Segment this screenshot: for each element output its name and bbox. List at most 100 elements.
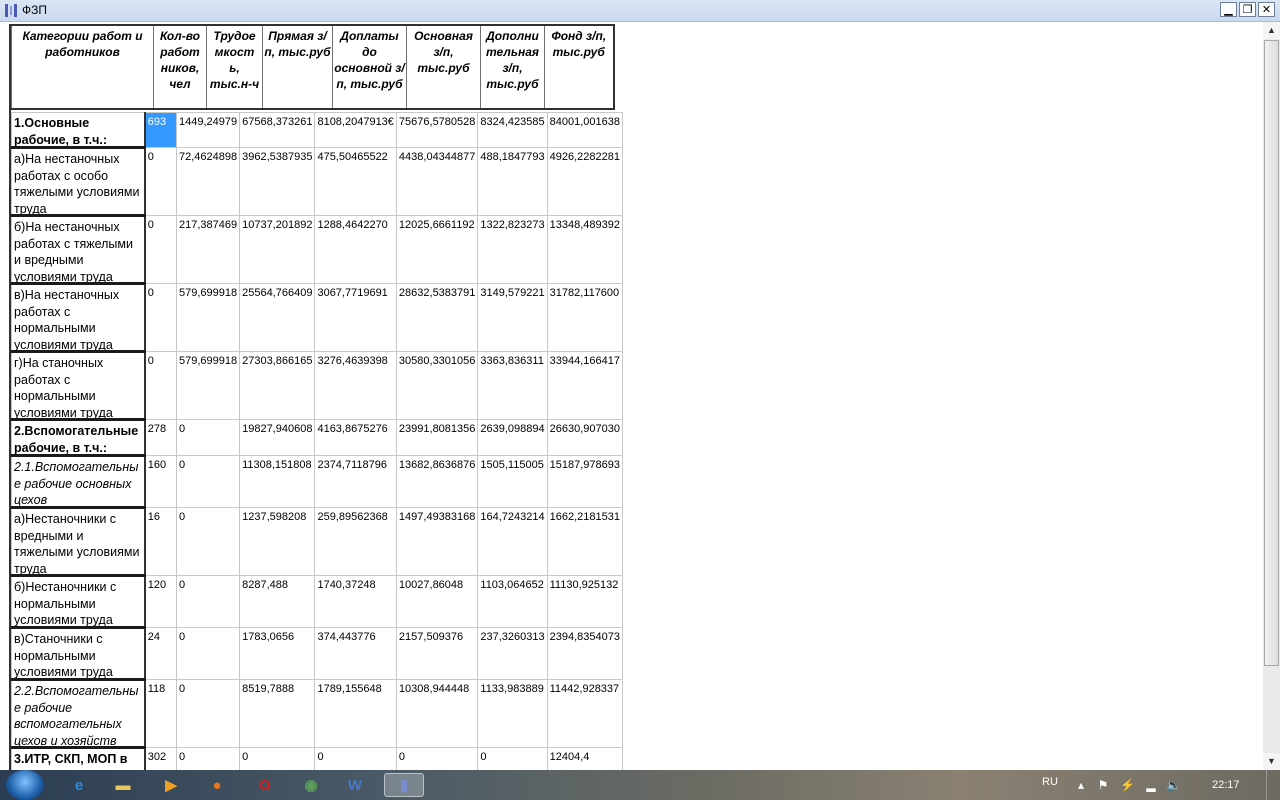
- header-category[interactable]: Категории работ и работников: [11, 24, 154, 110]
- data-cell[interactable]: 160: [144, 455, 177, 508]
- data-cell[interactable]: 11308,151808: [239, 455, 316, 508]
- data-cell[interactable]: 28632,5383791: [395, 283, 479, 352]
- header-surcharges[interactable]: Доплаты до основной з/п, тыс.руб: [332, 24, 407, 110]
- data-cell[interactable]: 1237,598208: [239, 507, 316, 576]
- scroll-thumb[interactable]: [1264, 40, 1279, 666]
- data-cell[interactable]: 475,50465522: [314, 147, 397, 216]
- explorer-icon[interactable]: ▬: [106, 773, 140, 797]
- restore-button[interactable]: ❐: [1239, 2, 1256, 17]
- category-cell[interactable]: 3.ИТР, СКП, МОП в т.ч.:: [11, 747, 146, 770]
- scroll-down-icon[interactable]: ▼: [1263, 753, 1280, 770]
- data-cell[interactable]: 3276,4639398: [314, 351, 397, 420]
- data-cell[interactable]: 2394,8354073: [546, 627, 623, 680]
- data-cell[interactable]: 23991,8081356: [395, 419, 479, 456]
- show-desktop-button[interactable]: [1266, 770, 1280, 800]
- firefox-icon[interactable]: ●: [200, 773, 234, 797]
- data-cell[interactable]: 3363,836311: [477, 351, 548, 420]
- data-cell[interactable]: 0: [477, 747, 548, 770]
- data-cell[interactable]: 488,1847793: [477, 147, 548, 216]
- category-cell[interactable]: в)Станочники с нормальными условиями тру…: [11, 627, 146, 681]
- data-cell[interactable]: 0: [144, 283, 177, 352]
- data-cell[interactable]: 1133,983889: [477, 679, 548, 748]
- start-button[interactable]: [6, 770, 44, 800]
- data-cell[interactable]: 259,89562368: [314, 507, 397, 576]
- category-cell[interactable]: 2.1.Вспомогательны е рабочие основных це…: [11, 455, 146, 509]
- data-cell[interactable]: 0: [175, 575, 241, 628]
- data-cell[interactable]: 374,443776: [314, 627, 397, 680]
- data-cell[interactable]: 27303,866165: [239, 351, 316, 420]
- data-cell[interactable]: 11130,925132: [546, 575, 623, 628]
- action-center-flag-icon[interactable]: ⚑: [1096, 778, 1110, 792]
- scroll-up-icon[interactable]: ▲: [1263, 22, 1280, 39]
- category-cell[interactable]: г)На станочных работах с нормальными усл…: [11, 351, 146, 421]
- data-cell[interactable]: 30580,3301056: [395, 351, 479, 420]
- header-additional-salary[interactable]: Дополни тельная з/п, тыс.руб: [480, 24, 545, 110]
- data-cell[interactable]: 24: [144, 627, 177, 680]
- data-cell[interactable]: 278: [144, 419, 177, 456]
- ie-icon[interactable]: e: [62, 773, 96, 797]
- data-cell[interactable]: 579,699918: [175, 283, 241, 352]
- data-cell[interactable]: 0: [175, 679, 241, 748]
- vertical-scrollbar[interactable]: ▲ ▼: [1263, 22, 1280, 770]
- utility-icon[interactable]: ◉: [294, 773, 328, 797]
- data-cell[interactable]: 0: [175, 419, 241, 456]
- data-cell[interactable]: 1322,823273: [477, 215, 548, 284]
- data-cell[interactable]: 11442,928337: [546, 679, 623, 748]
- data-cell[interactable]: 1789,155648: [314, 679, 397, 748]
- data-cell[interactable]: 8324,423585: [477, 112, 548, 148]
- network-icon[interactable]: ▂: [1144, 778, 1158, 792]
- volume-icon[interactable]: 🔈: [1166, 778, 1181, 792]
- data-cell[interactable]: 3962,5387935: [239, 147, 316, 216]
- data-cell[interactable]: 217,387469: [175, 215, 241, 284]
- data-cell[interactable]: 0: [144, 351, 177, 420]
- data-cell[interactable]: 302: [144, 747, 177, 770]
- category-cell[interactable]: а)На нестаночных работах с особо тяжелым…: [11, 147, 146, 217]
- data-cell[interactable]: 31782,117600: [546, 283, 623, 352]
- data-cell[interactable]: 1505,115005: [477, 455, 548, 508]
- data-cell[interactable]: 33944,166417: [546, 351, 623, 420]
- data-cell[interactable]: 67568,373261: [239, 112, 316, 148]
- data-cell[interactable]: 8519,7888: [239, 679, 316, 748]
- data-cell[interactable]: 0: [314, 747, 397, 770]
- data-cell[interactable]: 1783,0656: [239, 627, 316, 680]
- data-cell[interactable]: 4926,2282281: [546, 147, 623, 216]
- power-icon[interactable]: ⚡: [1120, 778, 1135, 792]
- data-cell[interactable]: 8287,488: [239, 575, 316, 628]
- data-cell[interactable]: 10737,201892: [239, 215, 316, 284]
- category-cell[interactable]: в)На нестаночных работах с нормальными у…: [11, 283, 146, 353]
- data-cell[interactable]: 2639,098894: [477, 419, 548, 456]
- data-cell[interactable]: 12025,6661192: [395, 215, 479, 284]
- data-cell[interactable]: 0: [144, 215, 177, 284]
- minimize-button[interactable]: ▁: [1220, 2, 1237, 17]
- data-cell[interactable]: 0: [239, 747, 316, 770]
- media-player-icon[interactable]: ▶: [154, 773, 188, 797]
- data-cell[interactable]: 0: [175, 747, 241, 770]
- data-cell[interactable]: 10308,944448: [395, 679, 479, 748]
- data-cell[interactable]: 1497,49383168: [395, 507, 479, 576]
- data-cell[interactable]: 0: [175, 455, 241, 508]
- tray-chevron-icon[interactable]: ▴: [1074, 778, 1088, 792]
- category-cell[interactable]: б)Нестаночники с нормальными условиями т…: [11, 575, 146, 629]
- data-cell[interactable]: 237,3260313: [477, 627, 548, 680]
- category-cell[interactable]: 2.2.Вспомогательны е рабочие вспомогател…: [11, 679, 146, 749]
- data-cell[interactable]: 75676,5780528: [395, 112, 479, 148]
- data-cell[interactable]: 0: [395, 747, 479, 770]
- header-labor-intensity[interactable]: Трудое мкост ь, тыс.н-ч: [206, 24, 263, 110]
- data-cell[interactable]: 1288,4642270: [314, 215, 397, 284]
- word-icon[interactable]: W: [338, 773, 372, 797]
- data-cell[interactable]: 72,4624898: [175, 147, 241, 216]
- data-cell[interactable]: 120: [144, 575, 177, 628]
- data-cell[interactable]: 3067,7719691: [314, 283, 397, 352]
- data-cell[interactable]: 0: [175, 627, 241, 680]
- data-cell[interactable]: 1449,24979: [175, 112, 241, 148]
- data-cell[interactable]: 10027,86048: [395, 575, 479, 628]
- data-cell[interactable]: 0: [144, 147, 177, 216]
- data-cell[interactable]: 3149,579221: [477, 283, 548, 352]
- header-direct-salary[interactable]: Прямая з/п, тыс.руб: [262, 24, 333, 110]
- data-cell[interactable]: 15187,978693: [546, 455, 623, 508]
- category-cell[interactable]: 2.Вспомогательные рабочие, в т.ч.:: [11, 419, 146, 457]
- data-cell[interactable]: 19827,940608: [239, 419, 316, 456]
- data-cell[interactable]: 4438,04344877: [395, 147, 479, 216]
- opera-icon[interactable]: O: [248, 773, 282, 797]
- data-cell[interactable]: 118: [144, 679, 177, 748]
